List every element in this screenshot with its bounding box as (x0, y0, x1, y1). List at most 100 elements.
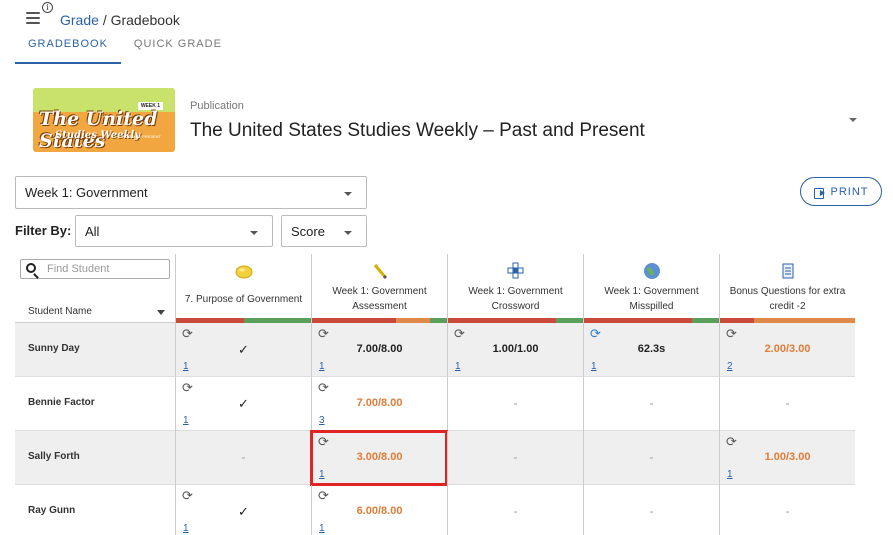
grade-value: 2.00/3.00 (764, 343, 811, 355)
grade-cell[interactable]: - (175, 431, 311, 485)
grade-cell[interactable]: - (583, 377, 719, 431)
refresh-icon[interactable]: ⟳ (182, 327, 193, 340)
grade-cell[interactable]: - (447, 431, 583, 485)
grade-cell-highlighted[interactable]: ⟳ 3.00/8.00 1 (310, 430, 448, 486)
grade-value: 6.00/8.00 (356, 505, 403, 517)
grade-value: - (513, 504, 518, 518)
breadcrumb-grade-link[interactable]: Grade (60, 12, 99, 28)
attempt-count-link[interactable]: 1 (183, 415, 189, 426)
grade-cell[interactable]: - (583, 431, 719, 485)
refresh-icon[interactable]: ⟳ (726, 327, 737, 340)
grade-cell[interactable]: ⟳ 2.00/3.00 2 (719, 323, 855, 377)
pencil-icon (373, 264, 387, 280)
grade-value: ✓ (238, 342, 249, 357)
activity-header-government-misspilled[interactable]: Week 1: Government Misspilled (583, 254, 719, 323)
grade-cell[interactable]: ⟳ ✓ 1 (175, 377, 311, 431)
publication-dropdown-icon[interactable] (849, 118, 857, 122)
attempt-count-link[interactable]: 1 (183, 361, 189, 372)
publication-label: Publication (190, 100, 244, 112)
attempt-count-link[interactable]: 1 (455, 361, 461, 372)
student-name[interactable]: Sally Forth (28, 451, 80, 462)
grade-value: 7.00/8.00 (356, 397, 403, 409)
attempt-count-link[interactable]: 3 (319, 415, 325, 426)
print-button[interactable]: PRINT (800, 177, 882, 206)
globe-icon (643, 263, 660, 279)
grade-cell[interactable]: ⟳ 62.3s 1 (583, 323, 719, 377)
info-icon[interactable]: i (42, 2, 53, 13)
attempt-count-link[interactable]: 1 (591, 361, 597, 372)
activity-header-government-assessment[interactable]: Week 1: Government Assessment (311, 254, 447, 323)
breadcrumb-current: Gradebook (110, 12, 180, 28)
grade-cell[interactable]: - (583, 485, 719, 535)
attempt-count-link[interactable]: 1 (183, 523, 189, 534)
breadcrumb: Grade / Gradebook (60, 12, 180, 28)
activity-title: Bonus Questions for extra credit -2 (729, 286, 846, 312)
hamburger-menu-icon[interactable] (26, 12, 40, 26)
activity-title: Week 1: Government Crossword (468, 286, 563, 312)
student-name-column-label: Student Name (28, 306, 92, 317)
student-name-header: Find Student Student Name (15, 254, 175, 323)
grade-cell[interactable]: - (447, 485, 583, 535)
search-placeholder: Find Student (47, 263, 110, 275)
grade-value: ✓ (238, 504, 249, 519)
export-icon (813, 187, 826, 199)
grade-value: 1.00/3.00 (764, 451, 811, 463)
grade-cell[interactable]: ⟳ 7.00/8.00 1 (311, 323, 447, 377)
activity-title: Week 1: Government Misspilled (604, 286, 699, 312)
week-select-value: Week 1: Government (25, 185, 148, 200)
grade-cell[interactable]: ⟳ ✓ 1 (175, 485, 311, 535)
activity-header-purpose-of-government[interactable]: 7. Purpose of Government (175, 254, 311, 323)
activity-title: 7. Purpose of Government (184, 294, 303, 305)
activity-header-bonus-questions[interactable]: Bonus Questions for extra credit -2 (719, 254, 855, 323)
attempt-count-link[interactable]: 1 (319, 361, 325, 372)
attempt-count-link[interactable]: 1 (727, 469, 733, 480)
table-row: Bennie Factor ⟳ ✓ 1 ⟳ 7.00/8.00 3 - - - (15, 377, 855, 431)
refresh-icon[interactable]: ⟳ (318, 381, 329, 394)
table-row: Sunny Day ⟳ ✓ 1 ⟳ 7.00/8.00 1 ⟳ 1.00/1.0… (15, 323, 855, 377)
crossword-icon (507, 262, 523, 279)
grade-cell[interactable]: ⟳ 6.00/8.00 1 (311, 485, 447, 535)
grade-cell[interactable]: ⟳ ✓ 1 (175, 323, 311, 377)
refresh-icon[interactable]: ⟳ (182, 381, 193, 394)
student-name[interactable]: Ray Gunn (28, 505, 75, 516)
grade-cell[interactable]: - (719, 377, 855, 431)
search-input[interactable]: Find Student (20, 259, 170, 279)
lemon-icon (235, 265, 252, 279)
tab-quick-grade[interactable]: QUICK GRADE (121, 36, 235, 64)
grade-value: - (241, 450, 246, 464)
activity-header-government-crossword[interactable]: Week 1: Government Crossword (447, 254, 583, 323)
filter-all-value: All (85, 224, 100, 239)
attempt-count-link[interactable]: 2 (727, 361, 733, 372)
filter-score-select[interactable]: Score (281, 215, 367, 247)
student-name[interactable]: Sunny Day (28, 343, 80, 354)
chevron-down-icon (250, 231, 258, 235)
grade-cell[interactable]: - (447, 377, 583, 431)
refresh-icon[interactable]: ⟳ (318, 435, 329, 448)
tab-gradebook[interactable]: GRADEBOOK (15, 36, 121, 64)
table-row: Ray Gunn ⟳ ✓ 1 ⟳ 6.00/8.00 1 - - - (15, 485, 855, 535)
attempt-count-link[interactable]: 1 (319, 469, 325, 480)
filter-all-select[interactable]: All (75, 215, 273, 247)
refresh-icon[interactable]: ⟳ (318, 327, 329, 340)
grade-value: 1.00/1.00 (492, 343, 539, 355)
refresh-icon[interactable]: ⟳ (590, 327, 601, 340)
activity-title: Week 1: Government Assessment (332, 286, 427, 312)
refresh-icon[interactable]: ⟳ (726, 435, 737, 448)
student-name[interactable]: Bennie Factor (28, 397, 95, 408)
refresh-icon[interactable]: ⟳ (454, 327, 465, 340)
grade-cell[interactable]: ⟳ 7.00/8.00 3 (311, 377, 447, 431)
grade-value: - (785, 504, 790, 518)
grade-cell[interactable]: - (719, 485, 855, 535)
filter-label: Filter By: (15, 223, 72, 238)
sort-icon[interactable] (157, 310, 165, 315)
grade-cell[interactable]: ⟳ 1.00/1.00 1 (447, 323, 583, 377)
attempt-count-link[interactable]: 1 (319, 523, 325, 534)
grade-value: - (785, 396, 790, 410)
grade-cell[interactable]: ⟳ 1.00/3.00 1 (719, 431, 855, 485)
refresh-icon[interactable]: ⟳ (318, 489, 329, 502)
refresh-icon[interactable]: ⟳ (182, 489, 193, 502)
grade-value: 7.00/8.00 (356, 343, 403, 355)
grade-value: - (649, 396, 654, 410)
week-select[interactable]: Week 1: Government (15, 176, 367, 209)
grade-value: - (513, 396, 518, 410)
